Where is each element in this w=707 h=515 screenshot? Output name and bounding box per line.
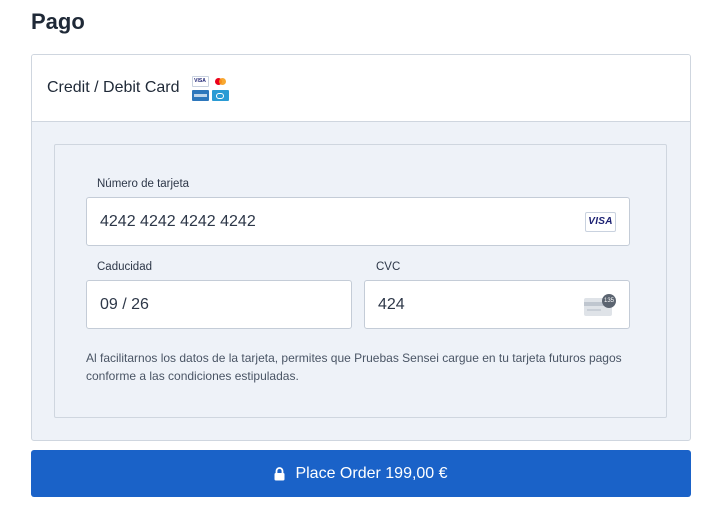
- page-title: Pago: [31, 9, 85, 34]
- expiry-label: Caducidad: [97, 261, 152, 273]
- cvc-card-icon: 135: [584, 294, 616, 316]
- amex-logo-icon: [191, 90, 209, 101]
- visa-brand-icon: VISA: [585, 212, 616, 232]
- cvc-label: CVC: [376, 261, 401, 273]
- card-disclaimer-text: Al facilitarnos los datos de la tarjeta,…: [86, 351, 622, 383]
- lock-icon: [274, 466, 285, 481]
- card-brand-logos: VISA: [191, 76, 230, 102]
- expiry-value: 09 / 26: [100, 295, 149, 313]
- payment-method-label: Credit / Debit Card: [47, 79, 180, 96]
- cvc-value: 424: [378, 295, 405, 313]
- place-order-button[interactable]: Place Order 199,00 €: [31, 450, 691, 497]
- mastercard-logo-icon: [211, 76, 229, 87]
- payment-method-header[interactable]: Credit / Debit Card VISA: [32, 55, 690, 122]
- cvc-input[interactable]: 424 135: [364, 280, 630, 329]
- diners-logo-icon: [211, 90, 229, 101]
- card-number-value: 4242 4242 4242 4242: [100, 212, 256, 230]
- card-details-form: Número de tarjeta 4242 4242 4242 4242 VI…: [54, 144, 667, 418]
- place-order-label: Place Order 199,00 €: [295, 464, 448, 482]
- visa-logo-icon: VISA: [191, 76, 209, 87]
- payment-method-panel: Credit / Debit Card VISA Número de tarje…: [31, 54, 691, 441]
- expiry-input[interactable]: 09 / 26: [86, 280, 352, 329]
- card-number-input[interactable]: 4242 4242 4242 4242 VISA: [86, 197, 630, 246]
- cvc-badge: 135: [602, 294, 616, 308]
- card-number-label: Número de tarjeta: [97, 178, 190, 190]
